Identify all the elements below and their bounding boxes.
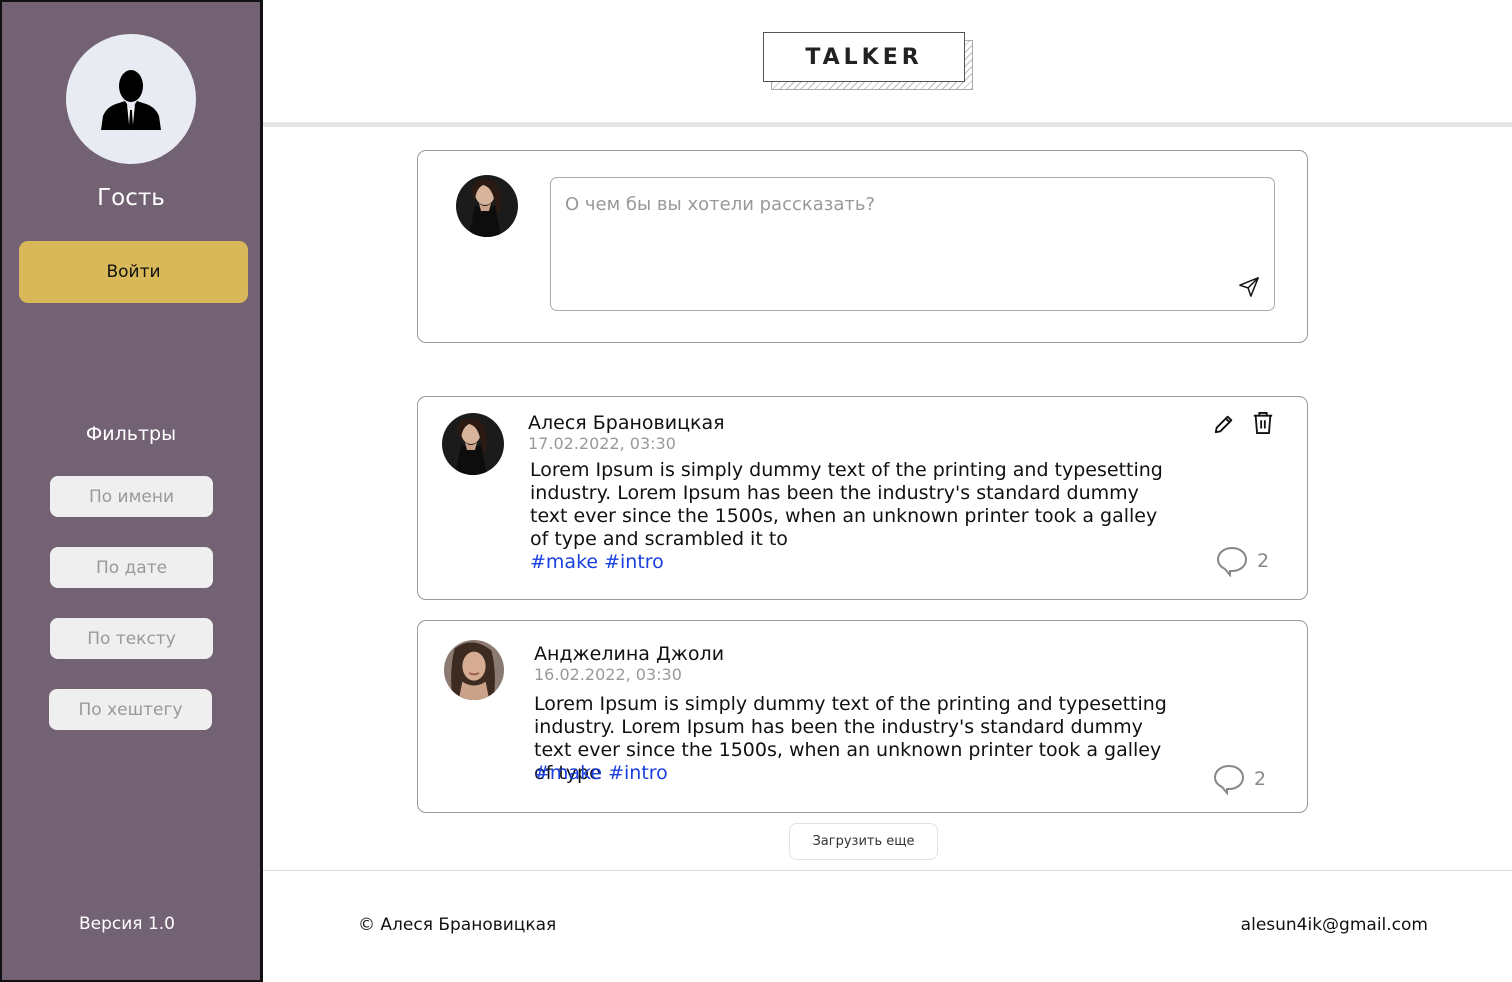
logo-text: TALKER <box>763 32 965 82</box>
filter-by-name-button[interactable]: По имени <box>50 476 213 517</box>
hashtag-link[interactable]: #intro <box>604 551 664 573</box>
filter-by-text-button[interactable]: По тексту <box>50 618 213 659</box>
comment-icon[interactable] <box>1213 763 1245 795</box>
delete-icon[interactable] <box>1252 411 1274 435</box>
comment-count: 2 <box>1254 768 1267 790</box>
hashtag-link[interactable]: #intro <box>608 762 668 784</box>
footer: © Алеся Брановицкая alesun4ik@gmail.com <box>263 870 1512 982</box>
copyright: © Алеся Брановицкая <box>358 915 557 935</box>
filter-by-date-button[interactable]: По дате <box>50 547 213 588</box>
login-button[interactable]: Войти <box>19 241 248 303</box>
guest-name: Гость <box>97 185 165 211</box>
header-divider <box>263 122 1512 127</box>
post-tags: #make #intro <box>530 551 670 573</box>
compose-box: О чем бы вы хотели рассказать? <box>417 150 1308 343</box>
edit-icon[interactable] <box>1213 412 1235 436</box>
send-icon[interactable] <box>1238 276 1260 298</box>
filter-by-hashtag-button[interactable]: По хештегу <box>49 689 212 730</box>
filters-title: Фильтры <box>85 423 177 445</box>
user-silhouette-icon <box>101 70 161 130</box>
post-date: 16.02.2022, 03:30 <box>534 665 682 684</box>
guest-avatar <box>66 34 196 164</box>
post-card: Алеся Брановицкая 17.02.2022, 03:30 Lore… <box>417 396 1308 600</box>
post-text: Lorem Ipsum is simply dummy text of the … <box>530 459 1163 550</box>
version-label: Версия 1.0 <box>79 914 175 934</box>
user-photo-avatar <box>456 175 518 237</box>
contact-email[interactable]: alesun4ik@gmail.com <box>1241 915 1428 935</box>
sidebar: Гость Войти Фильтры По имени По дате По … <box>0 0 263 982</box>
load-more-button[interactable]: Загрузить еще <box>789 823 938 860</box>
post-author[interactable]: Анджелина Джоли <box>534 643 724 665</box>
comment-icon[interactable] <box>1216 545 1248 577</box>
author-avatar[interactable] <box>441 412 505 476</box>
post-card: Анджелина Джоли 16.02.2022, 03:30 Lorem … <box>417 620 1308 813</box>
logo[interactable]: TALKER <box>763 32 975 90</box>
author-avatar[interactable] <box>443 639 505 701</box>
post-author[interactable]: Алеся Брановицкая <box>528 412 725 434</box>
post-input[interactable]: О чем бы вы хотели рассказать? <box>550 177 1275 311</box>
hashtag-link[interactable]: #make <box>530 551 598 573</box>
post-tags: #make #intro <box>534 762 674 784</box>
post-date: 17.02.2022, 03:30 <box>528 434 676 453</box>
post-input-placeholder: О чем бы вы хотели рассказать? <box>565 194 876 215</box>
hashtag-link[interactable]: #make <box>534 762 602 784</box>
comment-count: 2 <box>1257 550 1270 572</box>
